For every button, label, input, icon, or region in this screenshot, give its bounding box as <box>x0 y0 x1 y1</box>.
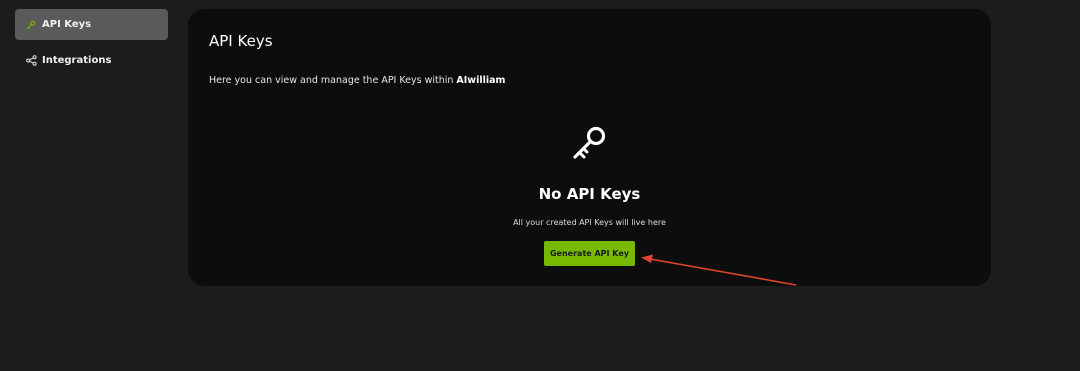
sidebar-item-label: Integrations <box>42 55 112 66</box>
sidebar-item-label: API Keys <box>42 19 92 30</box>
org-name: AIwilliam <box>456 75 506 86</box>
empty-state-title: No API Keys <box>538 185 641 203</box>
sidebar-item-integrations[interactable]: Integrations <box>15 45 168 76</box>
key-icon <box>25 19 37 31</box>
api-keys-panel: API Keys Here you can view and manage th… <box>188 9 991 286</box>
key-icon <box>566 119 614 167</box>
integrations-icon <box>25 55 37 67</box>
page-description: Here you can view and manage the API Key… <box>209 75 505 86</box>
generate-api-key-button[interactable]: Generate API Key <box>544 241 635 266</box>
sidebar: API Keys Integrations <box>15 9 168 76</box>
page-root: API Keys Integrations API Keys Here you … <box>0 0 1080 371</box>
empty-state-subtitle: All your created API Keys will live here <box>513 218 666 227</box>
description-text: Here you can view and manage the API Key… <box>209 75 457 86</box>
page-title: API Keys <box>209 32 273 50</box>
sidebar-item-api-keys[interactable]: API Keys <box>15 9 168 40</box>
